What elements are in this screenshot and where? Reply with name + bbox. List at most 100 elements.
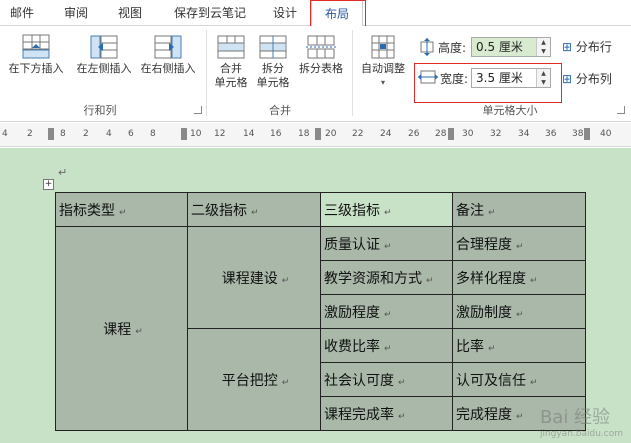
cell-text: 比率 [456, 338, 484, 355]
paragraph-mark: ↵ [530, 377, 538, 388]
ruler-marker[interactable] [584, 128, 590, 140]
paragraph-mark: ↵ [398, 411, 406, 422]
distribute-rows-button[interactable]: ⊞ 分布行 [562, 38, 612, 55]
cell-text: 收费比率 [324, 338, 380, 355]
table-cell[interactable]: 课程完成率 ↵ [320, 396, 453, 431]
ruler-number: 38 [572, 129, 584, 139]
autofit-icon [371, 35, 395, 59]
tab-view[interactable]: 视图 [106, 0, 154, 26]
document-page[interactable]: ↵ + 指标类型 ↵ 二级指标 ↵ 三级指标 ↵ 备注 ↵ 课程 ↵ 课程建设 ↵ 质量认证… [0, 148, 631, 443]
table-cell[interactable]: 激励制度 ↵ [452, 294, 586, 329]
table-cell[interactable]: 认可及信任 ↵ [452, 362, 586, 397]
table-cell[interactable]: 质量认证 ↵ [320, 226, 453, 261]
ruler-marker[interactable] [48, 128, 54, 140]
height-label: 高度: [438, 41, 467, 55]
table-cell[interactable]: 收费比率 ↵ [320, 328, 453, 363]
row-height-input[interactable]: 0.5 厘米 ▲ ▼ [471, 37, 551, 57]
ruler-number: 20 [325, 129, 337, 139]
group-separator [352, 30, 353, 116]
group-separator [206, 30, 207, 116]
cell-text: 合理程度 [456, 236, 512, 253]
insert-below-button[interactable]: 在下方插入 [2, 34, 70, 76]
table-cell[interactable]: 激励程度 ↵ [320, 294, 453, 329]
ruler-number: 22 [352, 129, 364, 139]
ruler-number: 32 [490, 129, 502, 139]
ruler-number: 10 [190, 129, 202, 139]
split-cells-button[interactable]: 拆分 单元格 [252, 34, 294, 90]
table-cell-category[interactable]: 课程 ↵ [55, 226, 188, 431]
table-cell[interactable]: 比率 ↵ [452, 328, 586, 363]
tab-save-to-cloud-notes[interactable]: 保存到云笔记 [162, 0, 258, 26]
table-row: 课程 ↵ 课程建设 ↵ 质量认证 ↵ 合理程度 ↵ [55, 226, 586, 431]
watermark-logo: Bai 经验 jingyan.baidu.com [540, 403, 623, 439]
ruler-number: 18 [298, 129, 310, 139]
table-header-cell[interactable]: 备注 ↵ [452, 192, 586, 227]
autofit-button[interactable]: 自动调整 ▾ [356, 34, 410, 90]
cell-size-launcher-icon[interactable] [617, 106, 625, 114]
distribute-cols-icon: ⊞ [562, 72, 573, 86]
split-table-button[interactable]: 拆分表格 [294, 34, 348, 76]
ruler-number: 2 [27, 129, 33, 139]
table-cell[interactable]: 多样化程度 ↵ [452, 260, 586, 295]
horizontal-ruler[interactable]: 4 2 8 2 4 6 8 10 12 14 16 18 20 22 24 26… [0, 123, 631, 147]
word-window: 邮件 审阅 视图 保存到云笔记 设计 布局 在下方插入 在左侧插入 在右侧插入 … [0, 0, 631, 443]
paragraph-mark: ↵ [426, 275, 434, 286]
watermark-title: Bai 经验 [539, 407, 611, 428]
table-cell[interactable]: 教学资源和方式 ↵ [320, 260, 453, 295]
table-header-cell[interactable]: 三级指标 ↵ [320, 192, 453, 227]
table-cell-subcategory[interactable]: 平台把控 ↵ [187, 328, 321, 431]
autofit-label: 自动调整 [361, 62, 405, 75]
cell-text: 社会认可度 [324, 372, 394, 389]
cell-text: 认可及信任 [456, 372, 526, 389]
ruler-marker[interactable] [448, 128, 454, 140]
table-cell[interactable]: 社会认可度 ↵ [320, 362, 453, 397]
tab-review[interactable]: 审阅 [52, 0, 100, 26]
split-cells-label-2: 单元格 [256, 76, 290, 89]
paragraph-mark: ↵ [516, 309, 524, 320]
tab-design[interactable]: 设计 [262, 0, 308, 26]
row-height-spinner[interactable]: ▲ ▼ [536, 38, 550, 56]
tab-mailings[interactable]: 邮件 [0, 0, 44, 26]
merge-cells-button[interactable]: 合并 单元格 [210, 34, 252, 90]
spin-down-icon[interactable]: ▼ [537, 47, 550, 56]
ruler-marker[interactable] [181, 128, 187, 140]
ruler-number: 12 [214, 129, 226, 139]
ruler-number: 40 [600, 129, 612, 139]
table-header-cell[interactable]: 指标类型 ↵ [55, 192, 188, 227]
cell-text: 质量认证 [324, 236, 380, 253]
group-label-cell-size: 单元格大小 [482, 104, 538, 117]
merge-cells-label-1: 合并 [220, 62, 242, 75]
table-move-handle-icon[interactable]: + [43, 179, 54, 190]
cell-text: 三级指标 [324, 202, 380, 219]
cell-text: 平台把控 [221, 372, 278, 389]
split-table-label: 拆分表格 [299, 62, 343, 75]
paragraph-mark: ↵ [281, 275, 290, 286]
table-cell-subcategory[interactable]: 课程建设 ↵ [187, 226, 321, 329]
table-row: 指标类型 ↵ 二级指标 ↵ 三级指标 ↵ 备注 ↵ [55, 192, 586, 227]
group-label-merge: 合并 [269, 104, 291, 117]
paragraph-mark: ↵ [135, 326, 143, 337]
cell-text: 二级指标 [191, 202, 247, 219]
insert-right-button[interactable]: 在右侧插入 [136, 34, 200, 76]
table-cell[interactable]: 合理程度 ↵ [452, 226, 586, 261]
insert-below-icon [22, 34, 50, 59]
ruler-marker[interactable] [315, 128, 321, 140]
data-table[interactable]: 指标类型 ↵ 二级指标 ↵ 三级指标 ↵ 备注 ↵ 课程 ↵ 课程建设 ↵ 质量认证 ↵ 合理… [55, 192, 586, 431]
cell-text: 课程 [103, 321, 132, 338]
ruler-number: 2 [83, 129, 89, 139]
insert-left-label: 在左侧插入 [76, 62, 132, 75]
insert-left-button[interactable]: 在左侧插入 [72, 34, 136, 76]
paragraph-mark: ↵ [516, 411, 524, 422]
highlight-box-width [414, 63, 562, 103]
ruler-number: 8 [150, 129, 156, 139]
distribute-cols-button[interactable]: ⊞ 分布列 [562, 70, 612, 87]
spin-up-icon[interactable]: ▲ [537, 38, 550, 47]
table-header-cell[interactable]: 二级指标 ↵ [187, 192, 321, 227]
cell-text: 完成程度 [456, 406, 512, 423]
ribbon-layout: 在下方插入 在左侧插入 在右侧插入 行和列 合并 单元格 拆分 单元格 拆分表格… [0, 26, 631, 122]
ruler-number: 4 [2, 129, 8, 139]
ruler-number: 8 [60, 129, 66, 139]
cell-text: 激励制度 [456, 304, 512, 321]
paragraph-mark: ↵ [384, 241, 392, 252]
rows-cols-launcher-icon[interactable] [194, 106, 202, 114]
